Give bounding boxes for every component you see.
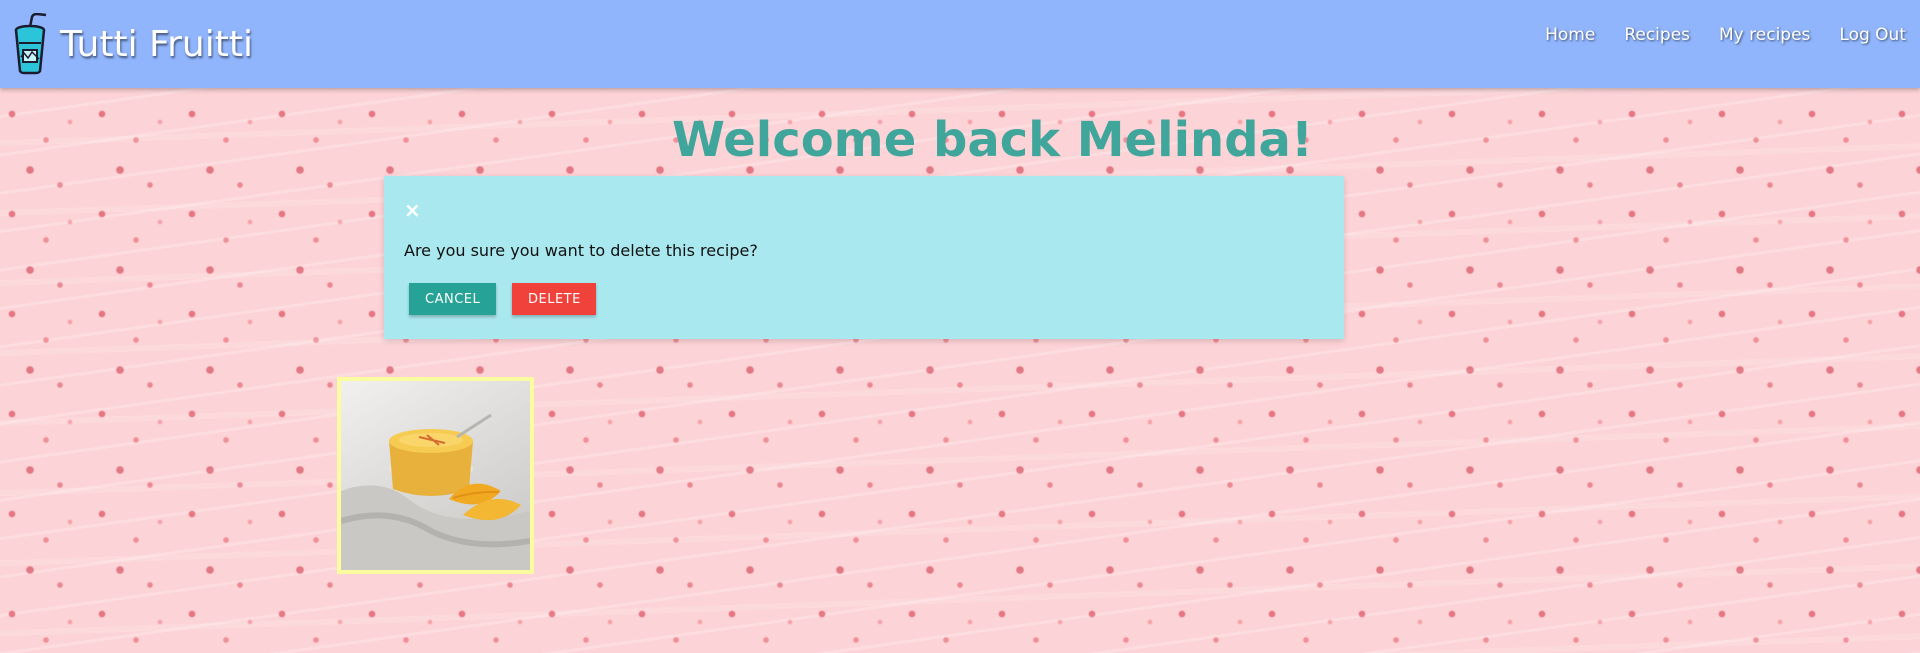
nav-link-my-recipes[interactable]: My recipes xyxy=(1719,25,1810,45)
nav-link-home[interactable]: Home xyxy=(1545,25,1595,45)
welcome-heading: Welcome back Melinda! xyxy=(672,112,1313,168)
delete-button[interactable]: DELETE xyxy=(512,283,596,315)
delete-confirm-modal: × Are you sure you want to delete this r… xyxy=(384,176,1344,339)
navbar: Tutti Fruitti Home Recipes My recipes Lo… xyxy=(0,0,1920,88)
brand[interactable]: Tutti Fruitti xyxy=(12,0,253,88)
brand-name: Tutti Fruitti xyxy=(60,23,253,65)
nav-link-log-out[interactable]: Log Out xyxy=(1839,25,1906,45)
modal-message: Are you sure you want to delete this rec… xyxy=(404,241,758,260)
welcome-section: Welcome back Melinda! xyxy=(672,112,1313,168)
cancel-button[interactable]: CANCEL xyxy=(409,283,496,315)
close-icon[interactable]: × xyxy=(404,200,421,220)
nav-links: Home Recipes My recipes Log Out xyxy=(1516,0,1906,70)
recipe-card[interactable] xyxy=(337,377,534,574)
recipe-image xyxy=(341,413,530,570)
nav-link-recipes[interactable]: Recipes xyxy=(1624,25,1690,45)
smoothie-cup-icon xyxy=(14,13,47,75)
